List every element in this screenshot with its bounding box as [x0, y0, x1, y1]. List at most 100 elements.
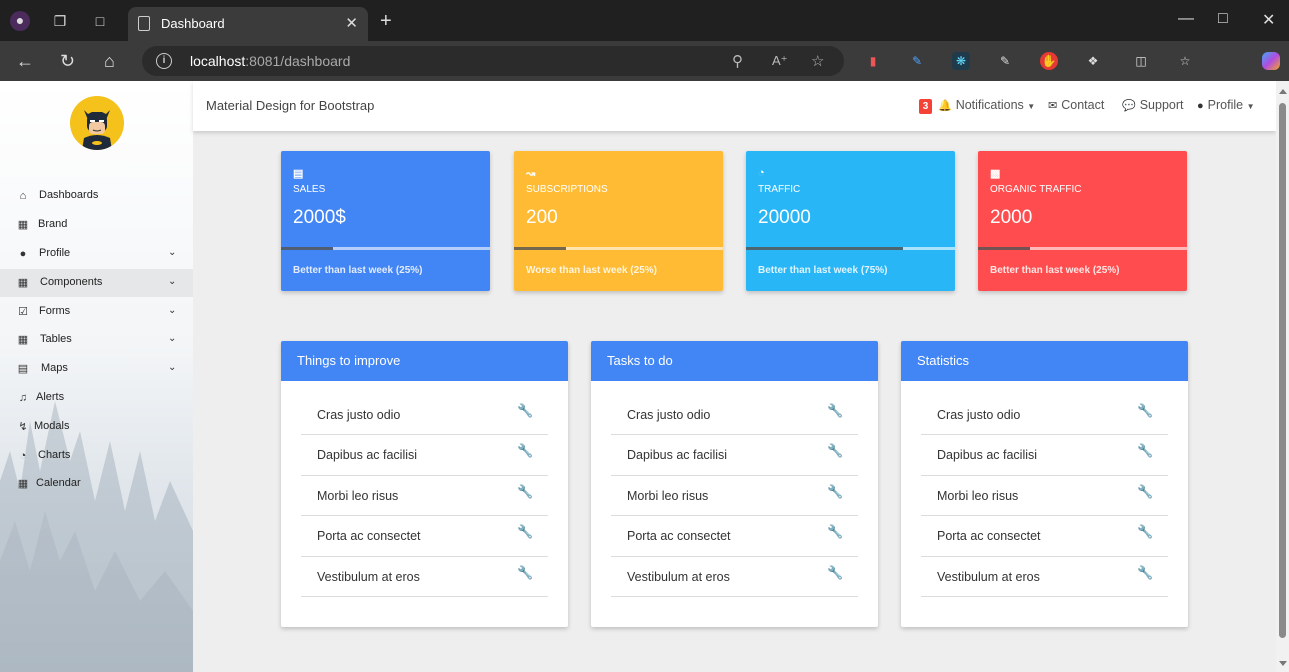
split-screen-icon[interactable]: ◫ — [1132, 52, 1150, 70]
list-item[interactable]: Morbi leo risus 🔧 — [921, 476, 1168, 517]
sidebar-item-label: Forms — [39, 305, 71, 317]
minimize-icon[interactable]: — — [1178, 10, 1194, 28]
card-title: ORGANIC TRAFFIC — [990, 184, 1082, 195]
sidebar-item-components[interactable]: ▦ Components ⌄ — [0, 269, 193, 297]
address-bar[interactable]: i localhost:8081/dashboard ⚲ A⁺ ☆ — [142, 46, 844, 76]
workspaces-icon[interactable]: ❐ — [51, 12, 69, 30]
scroll-down-arrow-icon[interactable] — [1279, 661, 1287, 666]
sidebar-item-forms[interactable]: ☑ Forms ⌄ — [0, 298, 193, 326]
url-text: localhost:8081/dashboard — [190, 53, 351, 69]
sidebar-item-modals[interactable]: ↯ Modals — [0, 413, 193, 441]
card-footer: Better than last week (25%) — [293, 265, 423, 276]
wrench-icon[interactable]: 🔧 — [517, 484, 533, 500]
card-footer: Better than last week (25%) — [990, 265, 1120, 276]
support-link[interactable]: 💬 Support — [1122, 98, 1183, 112]
sidebar-item-dashboards[interactable]: ⌂ Dashboards — [0, 182, 193, 210]
progress-bar — [281, 247, 490, 250]
extension-notes-icon[interactable]: ✎ — [996, 52, 1014, 70]
wrench-icon[interactable]: 🔧 — [827, 443, 843, 459]
list-item[interactable]: Dapibus ac facilisi 🔧 — [301, 435, 548, 476]
traffic-card: ◔ TRAFFIC 20000 Better than last week (7… — [746, 151, 955, 291]
sidebar-item-alerts[interactable]: ♫ Alerts — [0, 384, 193, 412]
close-tab-icon[interactable]: ✕ — [345, 14, 358, 32]
maximize-icon[interactable]: □ — [1218, 10, 1228, 28]
map-icon: ▤ — [17, 363, 29, 375]
wrench-icon[interactable]: 🔧 — [1137, 565, 1153, 581]
site-info-icon[interactable]: i — [156, 53, 172, 69]
list-item[interactable]: Cras justo odio 🔧 — [921, 395, 1168, 436]
sidebar-item-charts[interactable]: ◔ Charts — [0, 442, 193, 470]
wrench-icon[interactable]: 🔧 — [1137, 524, 1153, 540]
bar-chart-icon: ▩ — [990, 168, 1001, 180]
list-item[interactable]: Morbi leo risus 🔧 — [611, 476, 858, 517]
back-icon[interactable]: ← — [16, 51, 34, 71]
caret-down-icon: ▼ — [1027, 102, 1036, 111]
notifications-badge: 3 — [919, 99, 932, 114]
wrench-icon[interactable]: 🔧 — [827, 524, 843, 540]
wrench-icon[interactable]: 🔧 — [1137, 443, 1153, 459]
wrench-icon[interactable]: 🔧 — [827, 565, 843, 581]
wrench-icon[interactable]: 🔧 — [827, 403, 843, 419]
list-item[interactable]: Vestibulum at eros 🔧 — [301, 557, 548, 597]
panel-header: Things to improve — [281, 341, 568, 381]
calendar-icon: ▦ — [17, 478, 29, 490]
read-aloud-icon[interactable]: A⁺ — [772, 53, 788, 69]
sidebar-item-tables[interactable]: ▦ Tables ⌄ — [0, 326, 193, 354]
profile-avatar-icon[interactable]: ● — [10, 11, 30, 31]
list-item[interactable]: Dapibus ac facilisi 🔧 — [921, 435, 1168, 476]
wrench-icon[interactable]: 🔧 — [1137, 484, 1153, 500]
navbar-brand[interactable]: Material Design for Bootstrap — [206, 98, 374, 113]
notifications-dropdown[interactable]: 🔔 Notifications ▼ — [938, 98, 1035, 112]
list-item[interactable]: Vestibulum at eros 🔧 — [611, 557, 858, 597]
sidebar-item-label: Maps — [41, 362, 68, 374]
list-item[interactable]: Cras justo odio 🔧 — [301, 395, 548, 436]
new-tab-icon[interactable]: + — [380, 10, 392, 33]
extension-adblock-icon[interactable]: ✋ — [1040, 52, 1058, 70]
list-item[interactable]: Cras justo odio 🔧 — [611, 395, 858, 436]
favorite-star-icon[interactable]: ☆ — [811, 52, 824, 70]
wrench-icon[interactable]: 🔧 — [517, 524, 533, 540]
tasks-to-do-panel: Tasks to do Cras justo odio 🔧 Dapibus ac … — [591, 341, 878, 627]
contact-link[interactable]: ✉ Contact — [1048, 98, 1104, 112]
sidebar-item-brand[interactable]: ▦ Brand — [0, 211, 193, 239]
wrench-icon[interactable]: 🔧 — [517, 565, 533, 581]
extensions-puzzle-icon[interactable]: ❖ — [1084, 52, 1102, 70]
scrollbar-thumb[interactable] — [1279, 103, 1286, 638]
close-window-icon[interactable]: ✕ — [1262, 10, 1275, 30]
wrench-icon[interactable]: 🔧 — [827, 484, 843, 500]
chevron-down-icon: ⌄ — [168, 276, 177, 287]
sidebar-item-label: Charts — [38, 449, 71, 461]
list-item[interactable]: Morbi leo risus 🔧 — [301, 476, 548, 517]
list-item[interactable]: Porta ac consectet 🔧 — [921, 516, 1168, 557]
avatar[interactable] — [70, 96, 124, 150]
zoom-icon[interactable]: ⚲ — [732, 52, 743, 70]
page-scrollbar[interactable] — [1276, 81, 1289, 672]
home-icon[interactable]: ⌂ — [104, 51, 115, 71]
list-item[interactable]: Porta ac consectet 🔧 — [611, 516, 858, 557]
browser-tab[interactable]: Dashboard ✕ — [128, 7, 368, 41]
wrench-icon[interactable]: 🔧 — [517, 403, 533, 419]
sidebar-item-label: Calendar — [36, 477, 81, 489]
extension-pen-icon[interactable]: ✎ — [908, 52, 926, 70]
extension-pin-icon[interactable]: ▮ — [864, 52, 882, 70]
tab-actions-icon[interactable]: □ — [91, 12, 109, 30]
favorites-icon[interactable]: ☆ — [1176, 52, 1194, 70]
refresh-icon[interactable]: ↻ — [60, 51, 75, 71]
sidebar-item-calendar[interactable]: ▦ Calendar — [0, 470, 193, 498]
profile-dropdown[interactable]: ● Profile ▼ — [1197, 98, 1255, 112]
money-icon: ▤ — [293, 168, 304, 180]
wrench-icon[interactable]: 🔧 — [1137, 403, 1153, 419]
wrench-icon[interactable]: 🔧 — [517, 443, 533, 459]
list-item[interactable]: Porta ac consectet 🔧 — [301, 516, 548, 557]
sidebar-item-maps[interactable]: ▤ Maps ⌄ — [0, 355, 193, 383]
statistics-panel: Statistics Cras justo odio 🔧 Dapibus ac f… — [901, 341, 1188, 627]
list-item[interactable]: Dapibus ac facilisi 🔧 — [611, 435, 858, 476]
chevron-down-icon: ⌄ — [168, 247, 177, 258]
scroll-up-arrow-icon[interactable] — [1279, 89, 1287, 94]
home-icon: ⌂ — [19, 190, 27, 202]
card-value: 200 — [526, 207, 558, 228]
extension-react-icon[interactable]: ❋ — [952, 52, 970, 70]
copilot-icon[interactable] — [1262, 52, 1280, 70]
list-item[interactable]: Vestibulum at eros 🔧 — [921, 557, 1168, 597]
sidebar-item-profile[interactable]: ● Profile ⌄ — [0, 240, 193, 268]
